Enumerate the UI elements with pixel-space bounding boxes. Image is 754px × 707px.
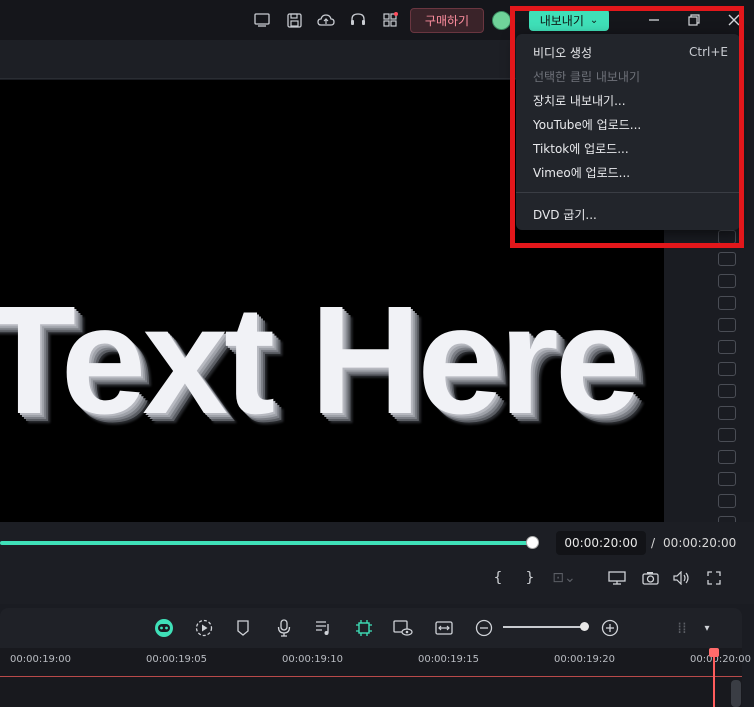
ai-robot-icon[interactable] xyxy=(152,616,176,640)
ai-bug-icon[interactable] xyxy=(352,616,376,640)
save-icon[interactable] xyxy=(282,8,306,32)
ruler-line xyxy=(0,676,742,677)
zoom-slider-handle[interactable] xyxy=(580,622,589,631)
strip-slot[interactable] xyxy=(718,428,736,442)
headset-icon[interactable] xyxy=(346,8,370,32)
ruler-tick-label: 00:00:19:10 xyxy=(282,654,344,665)
strip-slot[interactable] xyxy=(718,384,736,398)
mark-in-icon[interactable]: { xyxy=(487,568,509,588)
total-time-group: / 00:00:20:00 xyxy=(651,531,736,555)
highlight-box xyxy=(510,6,744,248)
preview-title-text: Text Here xyxy=(0,274,640,446)
current-time[interactable]: 00:00:20:00 xyxy=(556,531,646,555)
avatar[interactable] xyxy=(492,11,511,30)
monitor-icon[interactable] xyxy=(250,8,274,32)
strip-slot[interactable] xyxy=(718,340,736,354)
camera-icon[interactable] xyxy=(639,568,661,588)
time-separator: / xyxy=(651,536,656,550)
zoom-slider[interactable] xyxy=(503,626,585,628)
strip-slot[interactable] xyxy=(718,362,736,376)
strip-slot[interactable] xyxy=(718,472,736,486)
cloud-upload-icon[interactable] xyxy=(314,8,338,32)
music-list-icon[interactable] xyxy=(312,616,336,640)
progress-handle[interactable] xyxy=(526,536,539,549)
grid-dots-icon[interactable]: ⁞⁞ xyxy=(670,616,694,640)
fullscreen-icon[interactable] xyxy=(703,568,725,588)
purchase-button[interactable]: 구매하기 xyxy=(410,8,484,33)
grid-icon[interactable] xyxy=(378,8,402,32)
ruler-tick-label: 00:00:20:00 xyxy=(690,654,752,665)
strip-slot[interactable] xyxy=(718,494,736,508)
strip-slot[interactable] xyxy=(718,318,736,332)
zoom-out-icon[interactable] xyxy=(472,616,496,640)
zoom-in-icon[interactable] xyxy=(598,616,622,640)
timeline-ruler[interactable] xyxy=(0,648,742,707)
preview-eye-icon[interactable] xyxy=(391,616,415,640)
strip-slot[interactable] xyxy=(718,296,736,310)
microphone-icon[interactable] xyxy=(272,616,296,640)
split-dropdown-icon[interactable]: ⊡⌄ xyxy=(552,568,575,588)
marker-icon[interactable] xyxy=(231,616,255,640)
ruler-tick-label: 00:00:19:05 xyxy=(146,654,208,665)
strip-slot[interactable] xyxy=(718,252,736,266)
strip-slot[interactable] xyxy=(718,274,736,288)
playhead-handle[interactable] xyxy=(709,648,719,657)
fit-width-icon[interactable] xyxy=(432,616,456,640)
chevron-down-icon[interactable]: ▾ xyxy=(695,616,719,640)
ruler-tick-label: 00:00:19:15 xyxy=(418,654,480,665)
progress-bar[interactable] xyxy=(0,541,532,545)
ruler-tick-label: 00:00:19:00 xyxy=(10,654,72,665)
timeline-scrollbar[interactable] xyxy=(731,680,741,707)
display-icon[interactable] xyxy=(606,568,628,588)
total-time: 00:00:20:00 xyxy=(663,536,737,550)
strip-slot[interactable] xyxy=(718,450,736,464)
mark-out-icon[interactable]: } xyxy=(519,568,541,588)
volume-icon[interactable] xyxy=(671,568,693,588)
ruler-tick-label: 00:00:19:20 xyxy=(554,654,616,665)
auto-play-icon[interactable] xyxy=(192,616,216,640)
strip-slot[interactable] xyxy=(718,406,736,420)
